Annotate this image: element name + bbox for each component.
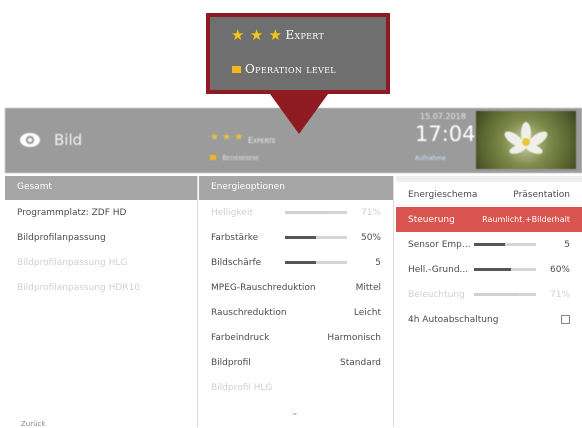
setting-mpeg-noise[interactable]: MPEG-Rauschreduktion Mittel <box>199 275 393 300</box>
setting-label: Energieschema <box>408 189 478 200</box>
operation-level-label: Bedienebene <box>222 154 260 162</box>
setting-value: Harmonisch <box>327 332 381 343</box>
page-title: Bild <box>54 131 83 149</box>
menu-item-label: Bildprofilanpassung <box>17 232 106 243</box>
setting-sharpness[interactable]: Bildschärfe 5 <box>199 250 393 275</box>
menu-item-label: Bildprofilanpassung HLG <box>17 257 128 268</box>
energy-column: Energieschema Präsentation Steuerung Rau… <box>396 176 582 427</box>
setting-label: Sensor Emp... <box>408 239 471 250</box>
live-preview-image <box>476 111 576 169</box>
setting-value: 71% <box>360 207 381 218</box>
eye-icon <box>20 133 40 147</box>
category-column: Gesamt Programmplatz: ZDF HD Bildprofila… <box>5 176 198 428</box>
operation-row: Operation level <box>232 62 336 76</box>
slider-fill <box>285 261 316 264</box>
setting-brightness: Helligkeit 71% <box>199 200 393 225</box>
setting-value: 5 <box>375 257 381 268</box>
energy-options-header[interactable]: Energieoptionen <box>199 176 393 200</box>
recording-indicator: Aufnahme <box>415 155 446 162</box>
expert-stars-icon: ★ ★ ★ <box>231 26 283 44</box>
energy-options-label: Energieoptionen <box>211 182 285 192</box>
setting-value: 50% <box>360 232 381 243</box>
clock: 17:04 <box>415 122 476 146</box>
setting-control[interactable]: Steuerung Raumlicht.+Bilderhalt <box>396 207 582 232</box>
category-general[interactable]: Gesamt <box>5 176 197 200</box>
setting-label: Beleuchtung <box>408 289 465 300</box>
setting-label: 4h Autoabschaltung <box>408 314 499 325</box>
setting-energy-scheme[interactable]: Energieschema Präsentation <box>396 182 582 207</box>
menu-item-picture-profile-hlg: Bildprofilanpassung HLG <box>5 250 197 275</box>
operation-level-indicator: Bedienebene <box>210 154 259 162</box>
setting-value: 71% <box>549 289 570 300</box>
menu-item-picture-profile[interactable]: Bildprofilanpassung <box>5 225 197 250</box>
operation-level-icon <box>210 155 216 160</box>
backlight-slider <box>474 293 536 296</box>
callout-body: ★ ★ ★ Expert Operation level <box>210 17 386 90</box>
brightness-slider <box>285 211 347 214</box>
setting-backlight: Beleuchtung 71% <box>396 282 582 307</box>
setting-label: Hell.-Grund... <box>408 264 469 275</box>
setting-value: Raumlicht.+Bilderhalt <box>482 215 570 224</box>
expert-stars-icon: ★ ★ ★ <box>210 132 244 143</box>
setting-label: Helligkeit <box>211 207 253 218</box>
setting-value: 60% <box>549 264 570 275</box>
menu-item-channel[interactable]: Programmplatz: ZDF HD <box>5 200 197 225</box>
slider-fill <box>474 268 512 271</box>
setting-label: Bildschärfe <box>211 257 262 268</box>
setting-noise-reduction[interactable]: Rauschreduktion Leicht <box>199 300 393 325</box>
setting-color-impression[interactable]: Farbeindruck Harmonisch <box>199 325 393 350</box>
slider-fill <box>474 293 519 296</box>
expert-row: ★ ★ ★ Expert <box>231 26 324 44</box>
chevron-down-icon[interactable]: ⌄ <box>291 408 299 418</box>
sharpness-slider[interactable] <box>285 261 347 264</box>
callout-pointer <box>270 94 328 134</box>
setting-value: Leicht <box>353 307 381 318</box>
brightness-base-slider[interactable] <box>474 268 536 271</box>
setting-label: MPEG-Rauschreduktion <box>211 282 316 293</box>
date-label: 15.07.2018 <box>420 112 466 121</box>
setting-picture-profile[interactable]: Bildprofil Standard <box>199 350 393 375</box>
auto-off-checkbox[interactable] <box>561 315 570 324</box>
menu-item-label: Bildprofilanpassung HDR10 <box>17 282 140 293</box>
setting-color-intensity[interactable]: Farbstärke 50% <box>199 225 393 250</box>
category-general-label: Gesamt <box>17 182 53 192</box>
operation-label: Operation level <box>245 62 336 76</box>
menu-item-picture-profile-hdr10: Bildprofilanpassung HDR10 <box>5 275 197 300</box>
flower-thumbnail <box>504 122 548 154</box>
setting-label: Bildprofil <box>211 357 251 368</box>
slider-fill <box>285 211 330 214</box>
sensor-slider[interactable] <box>474 243 536 246</box>
setting-auto-off[interactable]: 4h Autoabschaltung <box>396 307 582 332</box>
operation-level-callout: ★ ★ ★ Expert Operation level <box>206 13 390 94</box>
slider-fill <box>474 243 505 246</box>
setting-value: Standard <box>340 357 381 368</box>
menu-item-label: Programmplatz: ZDF HD <box>17 207 127 218</box>
setting-picture-profile-hlg: Bildprofil HLG <box>199 375 393 400</box>
expert-level-label: Experte <box>248 136 276 145</box>
setting-value: Präsentation <box>513 189 570 200</box>
setting-label: Steuerung <box>408 214 455 225</box>
color-intensity-slider[interactable] <box>285 236 347 239</box>
setting-sensor-sensitivity[interactable]: Sensor Emp... 5 <box>396 232 582 257</box>
slider-fill <box>285 236 316 239</box>
setting-label: Rauschreduktion <box>211 307 287 318</box>
expert-label: Expert <box>285 28 325 42</box>
setting-brightness-base[interactable]: Hell.-Grund... 60% <box>396 257 582 282</box>
setting-label: Farbstärke <box>211 232 259 243</box>
setting-value: Mittel <box>355 282 381 293</box>
setting-value: 5 <box>564 239 570 250</box>
operation-level-icon <box>232 65 241 73</box>
settings-column: Energieoptionen Helligkeit 71% Farbstärk… <box>199 176 394 427</box>
setting-label: Farbeindruck <box>211 332 270 343</box>
setting-label: Bildprofil HLG <box>211 382 273 393</box>
